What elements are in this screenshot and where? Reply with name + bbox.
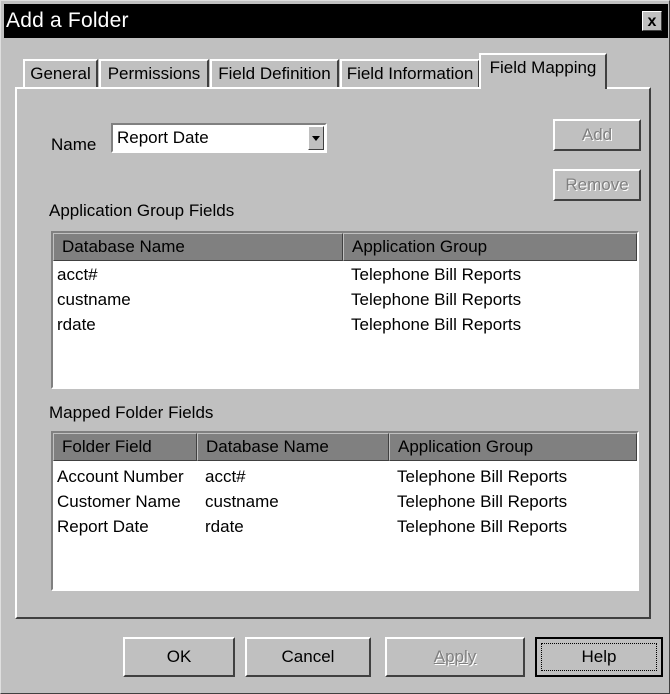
- remove-button[interactable]: Remove: [553, 169, 641, 201]
- mapped-folder-fields-label: Mapped Folder Fields: [49, 403, 214, 422]
- dropdown-button[interactable]: [308, 126, 324, 150]
- tab-label: Field Information: [346, 64, 474, 83]
- application-group-cell: Telephone Bill Reports: [397, 492, 568, 511]
- tab-field-definition[interactable]: Field Definition: [210, 59, 339, 89]
- ok-button-label: OK: [166, 647, 192, 666]
- application-group-cell: Telephone Bill Reports: [397, 467, 568, 486]
- folder-field-cell: Account Number: [57, 467, 184, 486]
- application-group-fields-label: Application Group Fields: [49, 201, 235, 220]
- tab-label: Permissions: [107, 64, 201, 83]
- ok-button[interactable]: OK: [123, 637, 235, 677]
- application-group-cell: Telephone Bill Reports: [351, 315, 522, 334]
- database-name-cell: rdate: [57, 315, 96, 334]
- tab-label: Field Definition: [218, 64, 331, 83]
- remove-button-label: Remove: [565, 175, 629, 194]
- folder-field-cell: Report Date: [57, 517, 149, 536]
- database-name-cell: custname: [205, 492, 279, 511]
- column-header-folder-field[interactable]: Folder Field: [53, 433, 197, 461]
- cancel-button-label: Cancel: [281, 647, 335, 666]
- close-icon: x: [647, 13, 657, 30]
- application-group-fields-list[interactable]: Database Name Application Group acct# Te…: [51, 231, 639, 389]
- application-group-cell: Telephone Bill Reports: [397, 517, 568, 536]
- add-folder-window: Add a Folder x General Permissions Field…: [0, 0, 670, 694]
- column-header-database-name[interactable]: Database Name: [53, 233, 343, 261]
- application-group-cell: Telephone Bill Reports: [351, 290, 522, 309]
- focus-ring: [541, 643, 657, 671]
- column-header-application-group[interactable]: Application Group: [389, 433, 637, 461]
- column-header-database-name[interactable]: Database Name: [197, 433, 389, 461]
- name-label: Name: [51, 135, 97, 154]
- tab-label: Field Mapping: [489, 58, 597, 77]
- field-mapping-panel: Name Report Date Add Remove Application …: [15, 87, 651, 619]
- cancel-button[interactable]: Cancel: [245, 637, 371, 677]
- tab-permissions[interactable]: Permissions: [99, 59, 209, 89]
- tab-label: General: [30, 64, 91, 83]
- folder-field-cell: Customer Name: [57, 492, 181, 511]
- name-dropdown-value: Report Date: [117, 128, 209, 147]
- add-button[interactable]: Add: [553, 119, 641, 151]
- chevron-down-icon: [312, 136, 320, 141]
- tab-field-mapping[interactable]: Field Mapping: [479, 53, 607, 89]
- application-group-cell: Telephone Bill Reports: [351, 265, 522, 284]
- name-dropdown[interactable]: Report Date: [111, 123, 327, 153]
- add-button-label: Add: [581, 125, 613, 144]
- apply-button[interactable]: Apply: [385, 637, 525, 677]
- mapped-folder-fields-list[interactable]: Folder Field Database Name Application G…: [51, 431, 639, 591]
- database-name-cell: custname: [57, 290, 131, 309]
- tab-field-information[interactable]: Field Information: [340, 59, 480, 89]
- apply-button-label: Apply: [433, 647, 477, 666]
- database-name-cell: rdate: [205, 517, 244, 536]
- database-name-cell: acct#: [57, 265, 98, 284]
- close-button[interactable]: x: [642, 11, 662, 31]
- column-header-application-group[interactable]: Application Group: [343, 233, 637, 261]
- tab-general[interactable]: General: [23, 59, 98, 89]
- database-name-cell: acct#: [205, 467, 246, 486]
- title-bar[interactable]: Add a Folder x: [4, 4, 668, 38]
- help-button[interactable]: Help: [535, 637, 663, 677]
- window-title: Add a Folder: [6, 9, 129, 32]
